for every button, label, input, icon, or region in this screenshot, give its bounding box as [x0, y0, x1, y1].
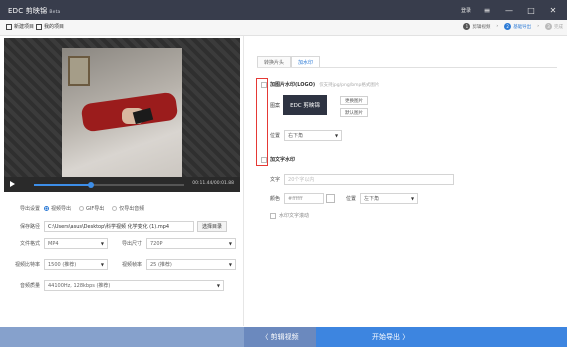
- progress-handle[interactable]: [88, 181, 94, 188]
- back-edit-button[interactable]: 〈 剪辑视频: [244, 327, 316, 347]
- app-brand: EDC 剪映锦 Beta: [8, 7, 61, 15]
- video-frame[interactable]: [62, 48, 182, 184]
- dropdown-arrow-icon: ▼: [100, 241, 104, 246]
- bitrate-select[interactable]: 1500 (推荐) ▼: [44, 259, 108, 270]
- image-watermark-row: 加图片水印(LOGO) 仅支持jpg/png/bmp格式图片: [261, 81, 379, 88]
- dropdown-arrow-icon: ▼: [410, 196, 415, 201]
- dropdown-arrow-icon: ▼: [216, 283, 220, 288]
- time-display: 00:11.44/00:01.88: [192, 181, 234, 186]
- dropdown-arrow-icon: ▼: [228, 262, 232, 267]
- text-position-select[interactable]: 左下角 ▼: [360, 193, 419, 204]
- my-projects-button[interactable]: 我的项目: [36, 23, 64, 30]
- menu-bar: 新建项目 我的项目 1 剪辑视频 › 2 基础导出 › 3 完成: [0, 20, 567, 36]
- step-2: 2 基础导出: [504, 23, 531, 30]
- image-position-row: 位置 右下角 ▼: [270, 130, 343, 141]
- new-project-icon: [6, 23, 12, 30]
- close-icon[interactable]: ✕: [547, 4, 559, 16]
- default-image-button[interactable]: 默认图片: [340, 108, 368, 117]
- player-controls: 00:11.44/00:01.88: [4, 177, 240, 192]
- maximize-icon[interactable]: □: [525, 4, 537, 16]
- footer-bar: 〈 剪辑视频 开始导出 〉: [0, 327, 567, 347]
- pattern-label: 图案: [270, 103, 281, 109]
- framerate-select[interactable]: 25 (推荐) ▼: [146, 259, 236, 270]
- size-select[interactable]: 720P ▼: [146, 238, 236, 249]
- dropdown-arrow-icon: ▼: [334, 133, 339, 138]
- radio-audio[interactable]: [112, 206, 118, 211]
- minimize-icon[interactable]: —: [503, 4, 515, 16]
- radio-video[interactable]: [44, 206, 49, 211]
- image-position-select[interactable]: 右下角 ▼: [284, 130, 343, 141]
- chevron-right-icon: ›: [496, 24, 499, 29]
- video-preview: [4, 38, 240, 192]
- progress-fill: [34, 184, 91, 186]
- folder-icon: [36, 23, 42, 30]
- save-path-field[interactable]: C:\Users\asus\Desktop\科学视频 化学变化 (1).mp4: [44, 221, 194, 232]
- step-1: 1 剪辑视频: [463, 23, 490, 30]
- login-link[interactable]: 登录: [461, 7, 471, 14]
- format-row: 文件格式 MP4 ▼ 导出尺寸 720P ▼: [4, 238, 236, 249]
- format-select[interactable]: MP4 ▼: [44, 238, 108, 249]
- dropdown-arrow-icon: ▼: [100, 262, 104, 267]
- step-indicator: 1 剪辑视频 › 2 基础导出 › 3 完成: [463, 23, 563, 30]
- audio-select[interactable]: 44100Hz, 128kbps (推荐) ▼: [44, 280, 224, 291]
- progress-track[interactable]: [34, 181, 184, 188]
- step-3: 3 完成: [545, 23, 563, 30]
- color-swatch[interactable]: [326, 194, 336, 203]
- color-input[interactable]: #ffffff: [284, 193, 325, 204]
- export-mode-row: 导出设置 视频导出 GIF导出 仅导出音频: [19, 206, 145, 212]
- save-path-row: 保存路径 C:\Users\asus\Desktop\科学视频 化学变化 (1)…: [4, 221, 228, 232]
- audio-row: 音频质量 44100Hz, 128kbps (推荐) ▼: [4, 280, 224, 291]
- watermark-text-input[interactable]: 20个字以内: [284, 174, 455, 185]
- highlight-box: [256, 78, 268, 166]
- panel-divider: [243, 36, 244, 326]
- scroll-text-row: 水印文字滚动: [270, 212, 309, 219]
- title-bar: EDC 剪映锦 Beta 登录 ≡ — □ ✕: [0, 0, 567, 20]
- new-project-button[interactable]: 新建项目: [6, 23, 34, 30]
- change-image-button[interactable]: 更换图片: [340, 96, 368, 105]
- logo-preview: EDC 剪映锦: [283, 95, 327, 115]
- dropdown-arrow-icon: ▼: [228, 241, 232, 246]
- color-row: 颜色 #ffffff 位置 左下角 ▼: [270, 193, 419, 204]
- menu-icon[interactable]: ≡: [481, 4, 493, 16]
- text-input-row: 文字 20个字以内: [270, 174, 455, 185]
- play-icon[interactable]: [10, 181, 15, 187]
- choose-folder-button[interactable]: 选择目录: [197, 221, 228, 232]
- start-export-button[interactable]: 开始导出 〉: [316, 327, 567, 347]
- scroll-text-checkbox[interactable]: [270, 212, 276, 219]
- bitrate-row: 视频比特率 1500 (推荐) ▼ 视频帧率 25 (推荐) ▼: [4, 259, 236, 270]
- radio-gif[interactable]: [79, 206, 85, 211]
- chevron-right-icon: ›: [537, 24, 539, 29]
